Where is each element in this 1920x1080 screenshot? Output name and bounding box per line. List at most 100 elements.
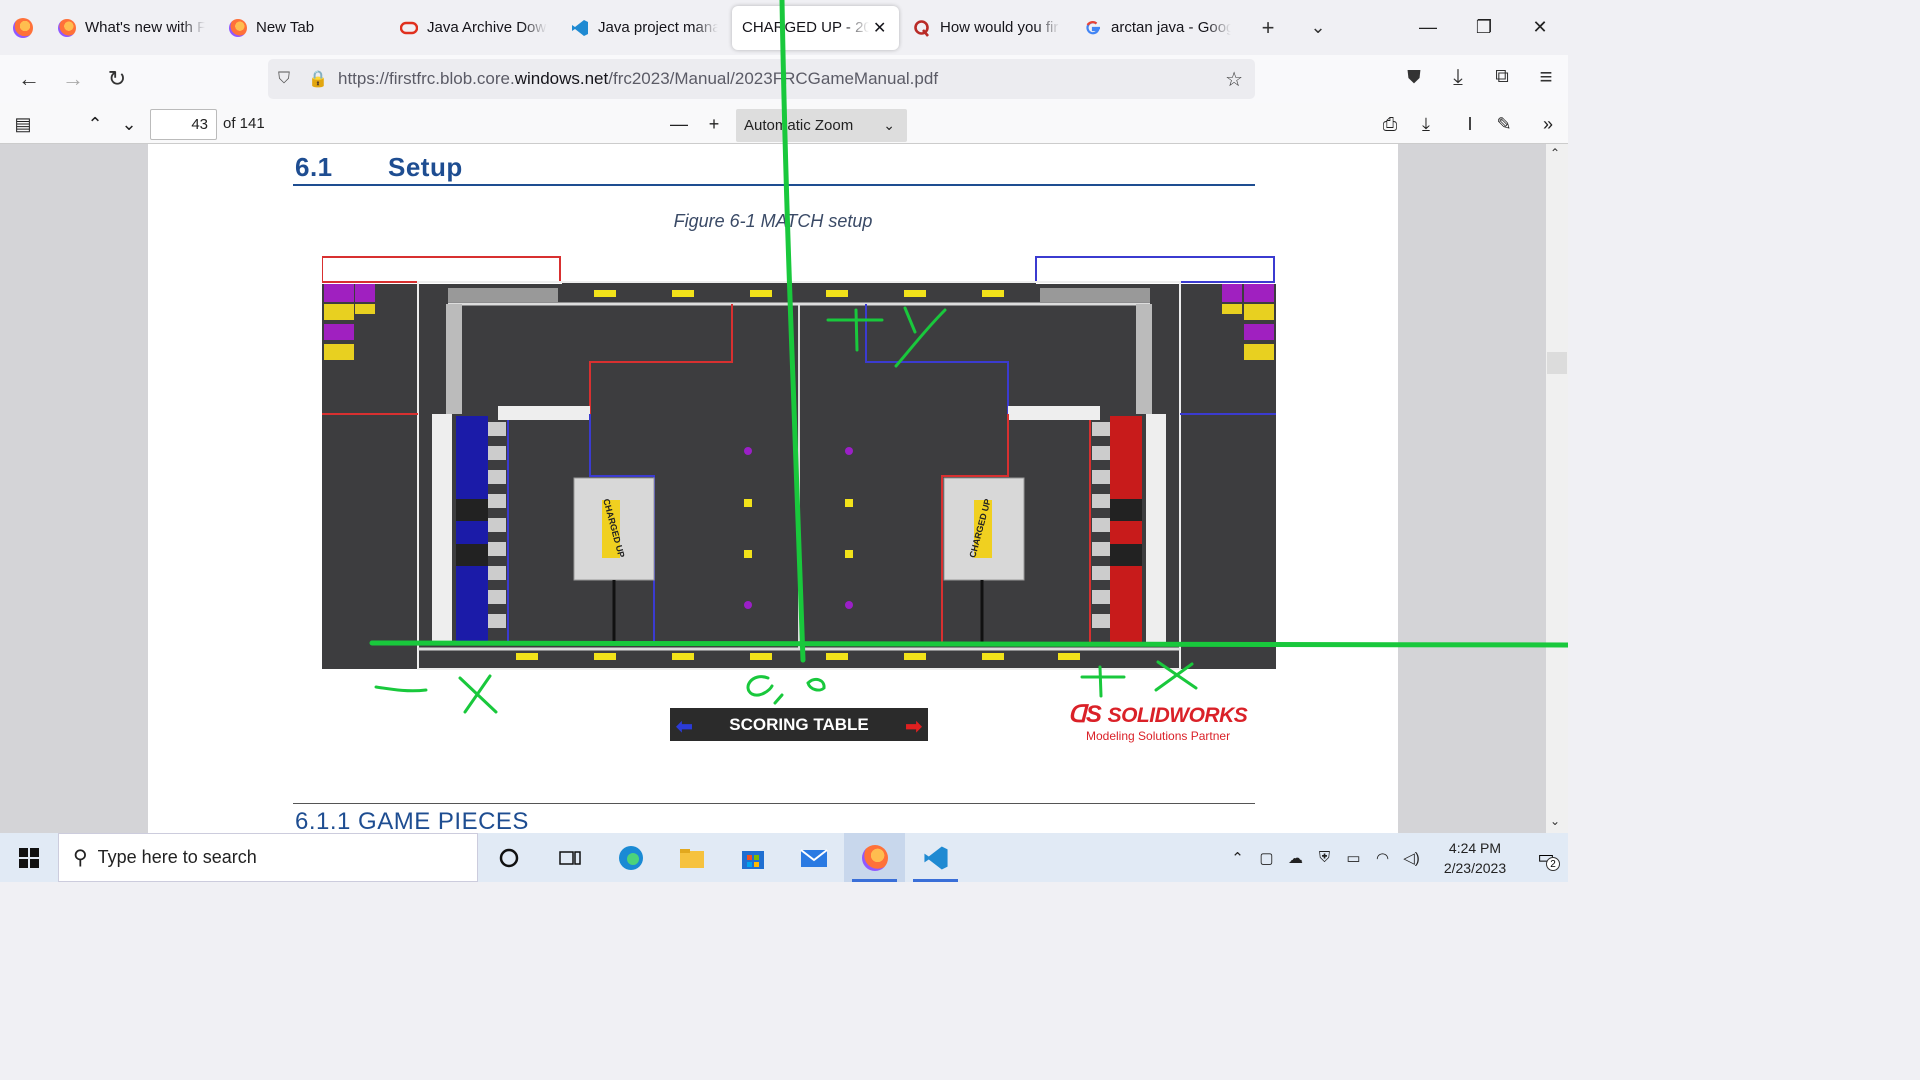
system-tray: ⌃ ▢ ☁ ⛨ ▭ ◠ ◁) 4:24 PM 2/23/2023 ▭ 2 bbox=[1223, 833, 1568, 882]
close-window-button[interactable]: ✕ bbox=[1512, 0, 1568, 55]
draw-tool-icon[interactable]: ✎ bbox=[1490, 110, 1518, 138]
back-button[interactable]: ← bbox=[7, 57, 51, 101]
tab-label: Java project mana bbox=[598, 19, 718, 36]
file-explorer-app[interactable] bbox=[661, 833, 722, 882]
firefox-view-button[interactable] bbox=[0, 0, 46, 55]
cortana-icon bbox=[499, 848, 518, 867]
tab-google[interactable]: arctan java - Goog bbox=[1074, 6, 1241, 50]
vertical-scrollbar[interactable]: ⌃ ⌄ bbox=[1546, 144, 1568, 833]
lock-icon[interactable]: 🔒 bbox=[308, 69, 338, 89]
pdf-toolbar: ▤ ⌃ ⌄ 43 of 141 — + Automatic Zoom ⌄ ⎙ ⤓ … bbox=[0, 103, 1568, 144]
sidebar-toggle-icon[interactable]: ▤ bbox=[8, 110, 38, 138]
tab-whats-new[interactable]: What's new with F bbox=[48, 6, 215, 50]
pocket-icon[interactable]: ⛊ bbox=[1392, 55, 1436, 99]
reload-button[interactable]: ↻ bbox=[95, 57, 139, 101]
clock[interactable]: 4:24 PM 2/23/2023 bbox=[1426, 838, 1524, 878]
restore-button[interactable]: ❐ bbox=[1456, 0, 1512, 55]
oracle-icon bbox=[400, 21, 418, 34]
edge-icon bbox=[618, 845, 643, 870]
search-icon: ⚲ bbox=[73, 847, 88, 869]
vscode-icon bbox=[923, 845, 948, 870]
bookmark-star-icon[interactable]: ☆ bbox=[1225, 67, 1243, 92]
tab-new-tab[interactable]: New Tab bbox=[219, 6, 386, 50]
tracking-shield-icon[interactable]: ⛉ bbox=[278, 70, 308, 88]
firefox-icon bbox=[229, 18, 247, 37]
extensions-icon[interactable]: ⧉ bbox=[1480, 55, 1524, 99]
tools-menu-icon[interactable]: » bbox=[1534, 110, 1562, 138]
mail-icon bbox=[799, 848, 828, 867]
previous-page-button[interactable]: ⌃ bbox=[82, 110, 108, 138]
page-number-input[interactable]: 43 bbox=[150, 109, 217, 140]
task-view-button[interactable] bbox=[539, 833, 600, 882]
onedrive-icon[interactable]: ☁ bbox=[1281, 849, 1310, 867]
close-tab-icon[interactable]: ✕ bbox=[873, 18, 889, 38]
tab-quora[interactable]: How would you fir bbox=[903, 6, 1070, 50]
tab-label: Java Archive Down bbox=[427, 19, 547, 36]
figure-caption: Figure 6-1 MATCH setup bbox=[673, 211, 873, 231]
security-icon[interactable]: ⛨ bbox=[1310, 849, 1339, 866]
scroll-up-icon[interactable]: ⌃ bbox=[1550, 146, 1560, 160]
scroll-down-icon[interactable]: ⌄ bbox=[1550, 814, 1560, 828]
downloads-icon[interactable]: ⤓ bbox=[1436, 55, 1480, 99]
pdf-page: 6.1 Setup Figure 6-1 MATCH setup CHARGED… bbox=[148, 144, 1398, 833]
menu-icon[interactable]: ≡ bbox=[1524, 55, 1568, 99]
zoom-select[interactable]: Automatic Zoom ⌄ bbox=[736, 109, 907, 142]
wifi-icon[interactable]: ◠ bbox=[1368, 849, 1397, 867]
show-hidden-icons[interactable]: ⌃ bbox=[1223, 849, 1252, 867]
firefox-icon bbox=[58, 18, 76, 37]
scroll-thumb[interactable] bbox=[1547, 352, 1567, 374]
pdf-viewer[interactable]: 6.1 Setup Figure 6-1 MATCH setup CHARGED… bbox=[0, 144, 1568, 833]
navigation-bar: ← → ↻ ⛉ 🔒 https://firstfrc.blob.core.win… bbox=[0, 55, 1568, 103]
tab-label: What's new with F bbox=[85, 19, 205, 36]
firefox-app[interactable] bbox=[844, 833, 905, 882]
subsection-rule bbox=[293, 803, 1255, 804]
vscode-app[interactable] bbox=[905, 833, 966, 882]
field-diagram: CHARGED UP CHARGED UP bbox=[322, 254, 1276, 670]
tab-java-archive[interactable]: Java Archive Down bbox=[390, 6, 557, 50]
chevron-down-icon: ⌄ bbox=[883, 117, 895, 133]
volume-icon[interactable]: ◁) bbox=[1397, 849, 1426, 867]
tab-java-project[interactable]: Java project mana bbox=[561, 6, 728, 50]
tab-label: New Tab bbox=[256, 19, 315, 36]
text-tool-icon[interactable]: I bbox=[1456, 110, 1484, 138]
tab-label: How would you fir bbox=[940, 19, 1059, 36]
zoom-in-button[interactable]: + bbox=[701, 110, 727, 138]
arrow-left-icon: ⬅ bbox=[676, 716, 693, 738]
vscode-icon bbox=[572, 19, 588, 36]
solidworks-logo: ꓷS SOLIDWORKS Modeling Solutions Partner bbox=[1068, 701, 1248, 743]
windows-taskbar: ⚲ Type here to search ⌃ ▢ ☁ ⛨ ▭ ◠ ◁) 4:2… bbox=[0, 833, 1568, 882]
windows-icon bbox=[19, 847, 39, 868]
firefox-icon bbox=[861, 844, 888, 871]
section-heading: 6.1 Setup bbox=[295, 152, 463, 182]
next-page-button[interactable]: ⌄ bbox=[116, 110, 142, 138]
list-all-tabs-button[interactable]: ⌄ bbox=[1293, 6, 1343, 50]
ds-logo-icon: ꓷS bbox=[1068, 701, 1108, 728]
arrow-right-icon: ➡ bbox=[905, 716, 922, 738]
forward-button[interactable]: → bbox=[51, 57, 95, 101]
tab-bar: What's new with F New Tab Java Archive D… bbox=[0, 0, 1568, 55]
notification-center-button[interactable]: ▭ 2 bbox=[1524, 847, 1568, 871]
tab-label: arctan java - Goog bbox=[1111, 19, 1231, 36]
meet-now-icon[interactable]: ▢ bbox=[1252, 849, 1281, 867]
edge-app[interactable] bbox=[600, 833, 661, 882]
zoom-out-button[interactable]: — bbox=[666, 110, 692, 138]
scoring-table-label: ⬅ SCORING TABLE ➡ bbox=[670, 708, 928, 741]
store-app[interactable] bbox=[722, 833, 783, 882]
minimize-button[interactable]: — bbox=[1400, 0, 1456, 55]
tab-label: CHARGED UP - 202 bbox=[742, 19, 869, 36]
taskbar-search-box[interactable]: ⚲ Type here to search bbox=[58, 833, 478, 882]
address-bar[interactable]: ⛉ 🔒 https://firstfrc.blob.core.windows.n… bbox=[268, 59, 1255, 99]
new-tab-button[interactable]: + bbox=[1243, 6, 1293, 50]
print-icon[interactable]: ⎙ bbox=[1376, 110, 1404, 138]
store-icon bbox=[741, 850, 764, 869]
cortana-button[interactable] bbox=[478, 833, 539, 882]
mail-app[interactable] bbox=[783, 833, 844, 882]
battery-icon[interactable]: ▭ bbox=[1339, 849, 1368, 867]
section-rule bbox=[293, 184, 1255, 186]
url-text: https://firstfrc.blob.core.windows.net/f… bbox=[338, 69, 939, 88]
start-button[interactable] bbox=[0, 833, 58, 882]
page-count: of 141 bbox=[223, 115, 265, 132]
tab-charged-up[interactable]: CHARGED UP - 202 ✕ bbox=[732, 5, 899, 50]
save-icon[interactable]: ⤓ bbox=[1412, 110, 1440, 138]
subsection-heading: 6.1.1 GAME PIECES bbox=[295, 808, 529, 833]
